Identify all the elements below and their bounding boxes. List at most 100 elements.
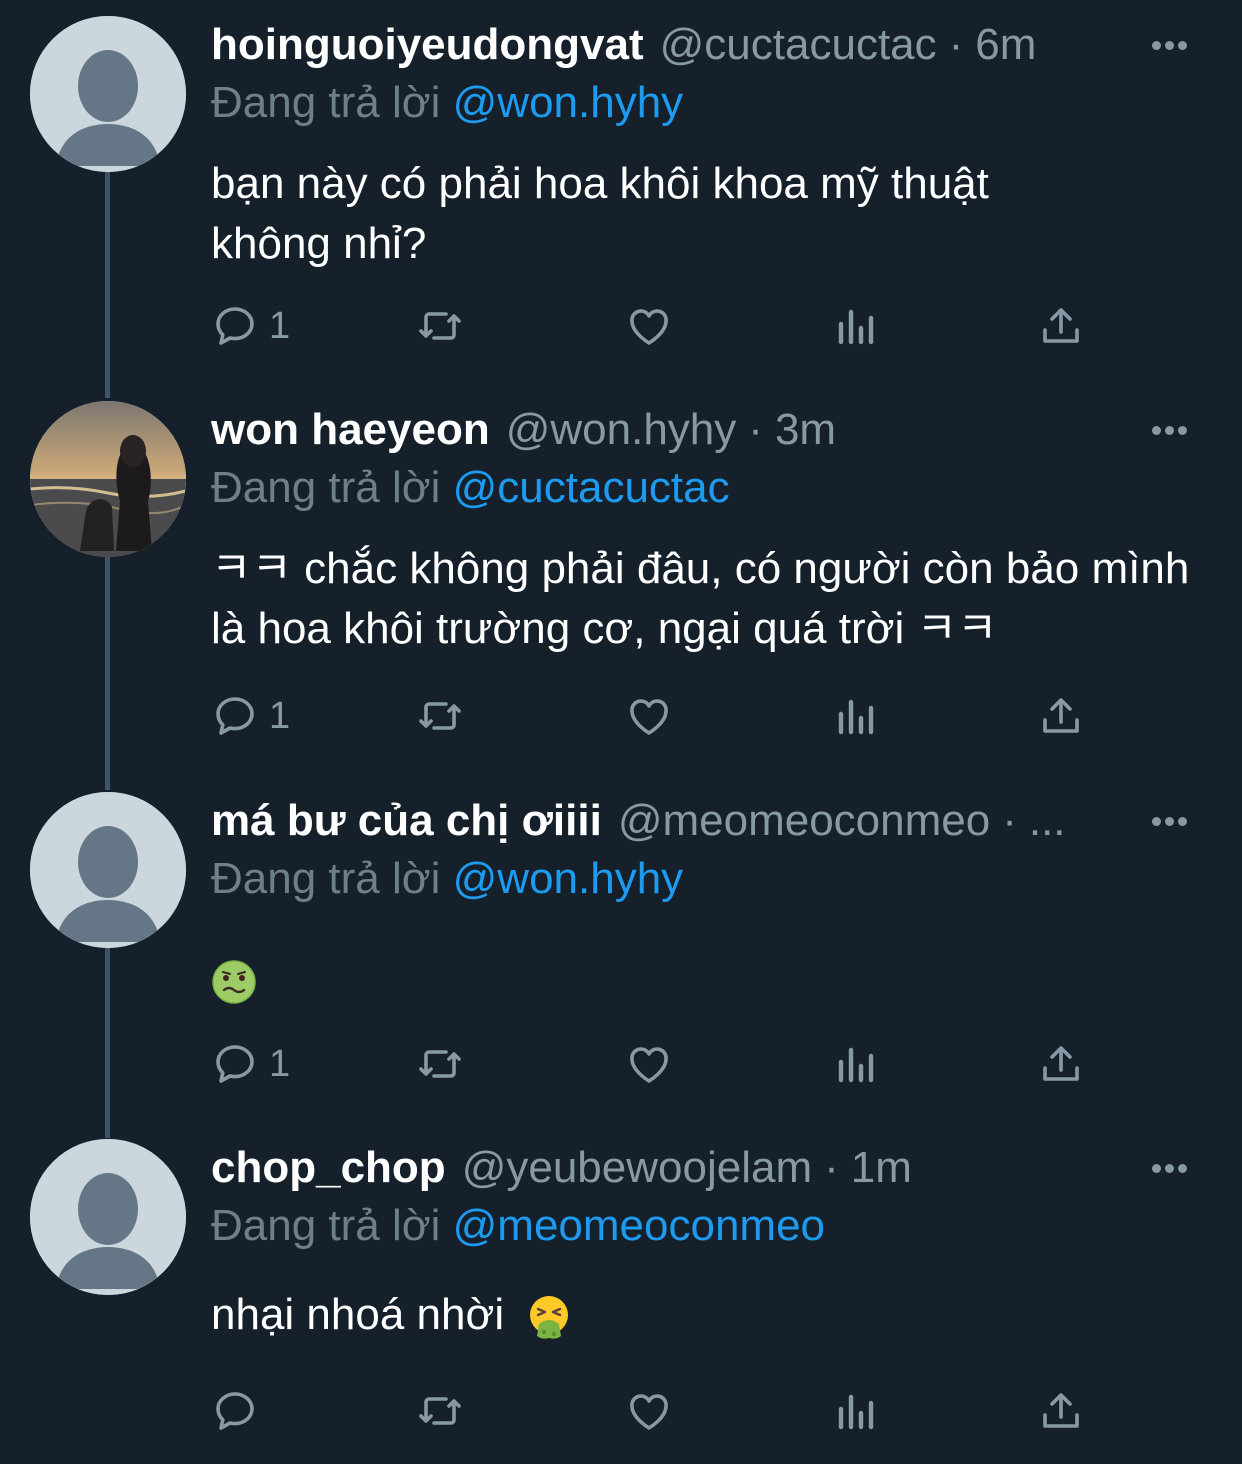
reply-icon [211,1387,259,1435]
tweet-body: nhại nhoá nhời [211,1285,1212,1345]
reply-mention[interactable]: @won.hyhy [453,78,684,127]
share-button[interactable] [1037,686,1085,746]
avatar[interactable] [30,792,186,948]
reply-button[interactable]: 1 [211,686,290,746]
profile-photo [30,401,186,557]
reply-count: 1 [269,304,291,347]
display-name[interactable]: má bư của chị ơiiii [211,792,602,850]
retweet-button[interactable] [416,1034,464,1094]
reply-prefix: Đang trả lời [211,1201,441,1250]
reply-button[interactable]: 1 [211,296,290,356]
analytics-icon [831,302,879,350]
share-icon [1037,692,1085,740]
tweet-actions: 1 [211,686,1111,746]
nauseated-face-icon [211,959,257,1005]
reply-thread: hoinguoiyeudongvat @cuctacuctac · 6m Đan… [0,0,1242,1464]
retweet-button[interactable] [416,296,464,356]
default-avatar-icon [30,1139,186,1295]
separator-dot: · [1002,796,1017,845]
avatar[interactable] [30,1139,186,1295]
default-avatar-icon [30,16,186,172]
timestamp[interactable]: 6m [975,16,1036,74]
reply-context: Đang trả lời @cuctacuctac [211,459,1212,517]
separator-dot: · [824,1143,839,1192]
separator-dot: · [748,405,763,454]
reply-button[interactable]: 1 [211,1034,290,1094]
more-icon[interactable] [1144,1139,1194,1197]
share-icon [1037,1040,1085,1088]
analytics-icon [831,1040,879,1088]
user-handle[interactable]: @meomeoconmeo [618,792,990,850]
reply-button[interactable] [211,1381,269,1441]
default-avatar-icon [30,792,186,948]
vomiting-face-icon [526,1294,572,1340]
timestamp[interactable]: 3m [775,401,836,459]
reply-mention[interactable]: @won.hyhy [453,854,684,903]
reply-count: 1 [269,694,291,737]
reply-context: Đang trả lời @won.hyhy [211,74,1212,132]
display-name[interactable]: won haeyeon [211,401,490,459]
like-icon [625,692,673,740]
like-button[interactable] [625,686,673,746]
reply-icon [211,692,259,740]
tweet-header: won haeyeon @won.hyhy · 3m [211,401,1212,459]
reply-prefix: Đang trả lời [211,78,441,127]
share-icon [1037,302,1085,350]
thread-line [105,948,110,1138]
display-name[interactable]: hoinguoiyeudongvat [211,16,644,74]
like-icon [625,302,673,350]
analytics-button[interactable] [831,1034,879,1094]
user-handle[interactable]: @cuctacuctac [660,16,937,74]
avatar[interactable] [30,401,186,557]
retweet-button[interactable] [416,686,464,746]
analytics-icon [831,1387,879,1435]
more-icon[interactable] [1144,401,1194,459]
separator-dot: · [948,20,964,69]
retweet-button[interactable] [416,1381,464,1441]
tweet-actions [211,1381,1111,1441]
tweet-actions: 1 [211,296,1111,356]
retweet-icon [416,1040,464,1088]
reply-context: Đang trả lời @meomeoconmeo [211,1197,1212,1255]
more-icon[interactable] [1144,16,1194,74]
user-handle[interactable]: @won.hyhy [506,401,737,459]
tweet-text [211,950,1212,1010]
tweet-header: má bư của chị ơiiii @meomeoconmeo · ... [211,792,1141,850]
like-button[interactable] [625,1381,673,1441]
like-button[interactable] [625,296,673,356]
share-button[interactable] [1037,296,1085,356]
reply-icon [211,1040,259,1088]
like-button[interactable] [625,1034,673,1094]
tweet-text: nhại nhoá nhời [211,1290,505,1339]
reply-mention[interactable]: @cuctacuctac [453,463,730,512]
analytics-button[interactable] [831,296,879,356]
timestamp[interactable]: ... [1029,792,1066,850]
reply-context: Đang trả lời @won.hyhy [211,850,1212,908]
more-icon[interactable] [1144,792,1194,850]
analytics-button[interactable] [831,686,879,746]
reply-prefix: Đang trả lời [211,463,441,512]
tweet-text: ㅋㅋ chắc không phải đâu, có người còn bảo… [211,544,1190,653]
thread-line [105,150,110,398]
display-name[interactable]: chop_chop [211,1139,446,1197]
like-icon [625,1040,673,1088]
user-handle[interactable]: @yeubewoojelam [462,1139,812,1197]
tweet-text: bạn này có phải hoa khôi khoa mỹ thuật k… [211,159,989,268]
share-button[interactable] [1037,1381,1085,1441]
timestamp[interactable]: 1m [851,1139,912,1197]
avatar[interactable] [30,16,186,172]
tweet-actions: 1 [211,1034,1111,1094]
retweet-icon [416,302,464,350]
thread-line [105,557,110,790]
analytics-icon [831,692,879,740]
analytics-button[interactable] [831,1381,879,1441]
reply-prefix: Đang trả lời [211,854,441,903]
share-icon [1037,1387,1085,1435]
reply-icon [211,302,259,350]
reply-mention[interactable]: @meomeoconmeo [453,1201,825,1250]
like-icon [625,1387,673,1435]
retweet-icon [416,1387,464,1435]
share-button[interactable] [1037,1034,1085,1094]
reply-count: 1 [269,1042,291,1085]
retweet-icon [416,692,464,740]
